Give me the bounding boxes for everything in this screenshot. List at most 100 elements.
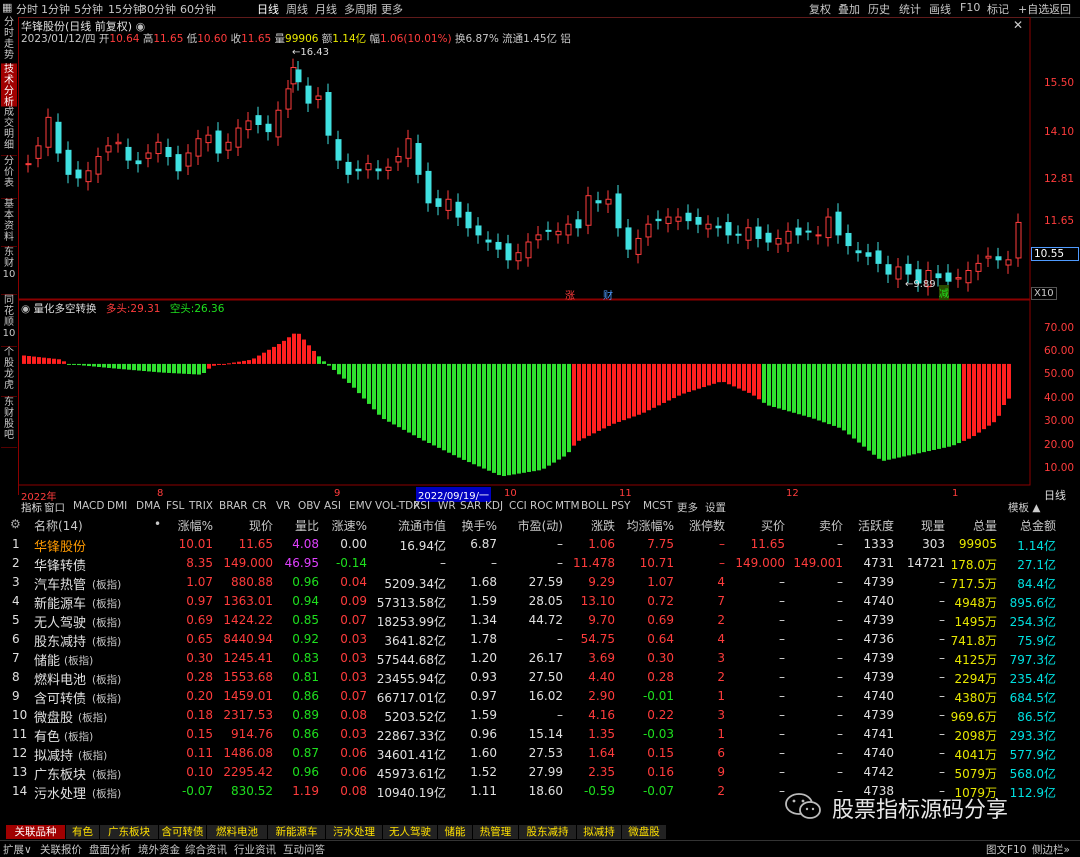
column-header[interactable]: 涨停数 <box>689 517 725 534</box>
row-name[interactable]: 储能 <box>34 650 60 669</box>
chart-canvas[interactable] <box>18 17 1080 500</box>
indicator-tab-23[interactable]: MCST <box>643 500 672 512</box>
period-tab-4[interactable]: 30分钟 <box>140 1 176 17</box>
period-tab-1[interactable]: 1分钟 <box>41 1 70 17</box>
indicator-tab-17[interactable]: KDJ <box>485 500 503 512</box>
toolbar-button-8[interactable]: 返回 <box>1049 1 1071 17</box>
bottom-tab-1[interactable]: 有色 <box>66 825 100 839</box>
column-header[interactable]: 总金额 <box>1020 517 1056 534</box>
bottom-tab-7[interactable]: 无人驾驶 <box>383 825 438 839</box>
toolbar-button-2[interactable]: 历史 <box>868 1 890 17</box>
row-name[interactable]: 拟减持 <box>34 745 73 764</box>
indicator-tab-0[interactable]: 指标 <box>21 500 42 515</box>
indicator-tab-4[interactable]: DMA <box>136 500 160 512</box>
toolbar-button-0[interactable]: 复权 <box>809 1 831 17</box>
bottom-tab-12[interactable]: 微盘股 <box>622 825 667 839</box>
column-header[interactable]: 涨速% <box>332 517 367 534</box>
vtab-4[interactable]: 基本资料 <box>1 199 17 247</box>
row-name[interactable]: 含可转债 <box>34 688 86 707</box>
indicator-tab-8[interactable]: CR <box>252 500 267 512</box>
vtab-1[interactable]: 技术分析 <box>1 64 17 108</box>
indicator-tab-1[interactable]: 窗口 <box>44 500 65 515</box>
table-row[interactable]: 7 储能 (板指) 0.30 1245.41 0.83 0.03 57544.68亿 1.20 2… <box>0 649 1080 669</box>
toolbar-button-1[interactable]: 叠加 <box>838 1 860 17</box>
event-marker-reduce[interactable]: 减 <box>939 285 949 300</box>
indicator-tab-7[interactable]: BRAR <box>219 500 248 512</box>
indicator-tab-21[interactable]: BOLL <box>581 500 608 512</box>
table-row[interactable]: 9 含可转债 (板指) 0.20 1459.01 0.86 0.07 66717.01亿 0.9… <box>0 687 1080 707</box>
zoom-label[interactable]: X10 <box>1031 287 1057 300</box>
template-button[interactable]: 模板 ▲ <box>1008 500 1040 515</box>
toolbar-button-6[interactable]: 标记 <box>987 1 1009 17</box>
column-header[interactable]: 换手% <box>462 517 497 534</box>
indicator-tab-6[interactable]: TRIX <box>189 500 213 512</box>
row-name[interactable]: 汽车热管 <box>34 574 86 593</box>
column-header[interactable]: 量比 <box>295 517 319 534</box>
period-tab-2[interactable]: 5分钟 <box>74 1 103 17</box>
event-marker-rise[interactable]: 涨 <box>565 287 575 302</box>
bottom-tab-5[interactable]: 新能源车 <box>268 825 326 839</box>
indicator-tab-11[interactable]: ASI <box>324 500 341 512</box>
period-tab-3[interactable]: 15分钟 <box>108 1 144 17</box>
table-row[interactable]: 10 微盘股 (板指) 0.18 2317.53 0.89 0.08 5203.52亿 1.59… <box>0 706 1080 726</box>
row-name[interactable]: 燃料电池 <box>34 669 86 688</box>
row-name[interactable]: 股东减持 <box>34 631 86 650</box>
indicator-tab-5[interactable]: FSL <box>166 500 184 512</box>
column-header[interactable]: 涨幅% <box>178 517 213 534</box>
indicator-tab-3[interactable]: DMI <box>107 500 127 512</box>
bottom-tab-11[interactable]: 拟减持 <box>577 825 622 839</box>
row-name[interactable]: 广东板块 <box>34 764 86 783</box>
table-row[interactable]: 1 华锋股份 10.01 11.65 4.08 0.00 16.94亿 6.87 – 1.06 7.… <box>0 535 1080 555</box>
indicator-tab-16[interactable]: SAR <box>460 500 481 512</box>
column-header[interactable]: 流通市值 <box>398 517 446 534</box>
bottom-tab-3[interactable]: 含可转债 <box>159 825 207 839</box>
column-header[interactable]: 卖价 <box>819 517 843 534</box>
column-header[interactable]: 现价 <box>249 517 273 534</box>
indicator-tab-22[interactable]: PSY <box>611 500 630 512</box>
toolbar-button-4[interactable]: 画线 <box>929 1 951 17</box>
column-header[interactable]: 活跃度 <box>858 517 894 534</box>
toolbar-button-3[interactable]: 统计 <box>899 1 921 17</box>
indicator-tab-2[interactable]: MACD <box>73 500 104 512</box>
indicator-tab-25[interactable]: 设置 <box>705 500 726 515</box>
row-name[interactable]: 污水处理 <box>34 783 86 802</box>
period-tab-5[interactable]: 60分钟 <box>180 1 216 17</box>
bottom-tab-0[interactable]: 关联品种 <box>6 825 66 839</box>
indicator-settings-icon[interactable]: ◉ <box>21 303 30 315</box>
event-marker-finance[interactable]: 财 <box>603 287 613 302</box>
indicator-tab-20[interactable]: MTM <box>555 500 580 512</box>
period-tab-7[interactable]: 周线 <box>286 1 308 17</box>
row-name[interactable]: 华锋股份 <box>34 536 86 555</box>
indicator-tab-24[interactable]: 更多 <box>677 500 698 515</box>
period-tab-9[interactable]: 多周期 <box>344 1 377 17</box>
bottom-tab-6[interactable]: 污水处理 <box>326 825 383 839</box>
indicator-tab-9[interactable]: VR <box>276 500 290 512</box>
vtab-0[interactable]: 分时走势 <box>1 17 17 64</box>
vtab-6[interactable]: 同花顺10 <box>1 295 17 347</box>
chart-close-icon[interactable]: ✕ <box>1013 18 1023 32</box>
indicator-tab-18[interactable]: CCI <box>509 500 527 512</box>
period-tab-6[interactable]: 日线 <box>257 1 279 17</box>
table-row[interactable]: 6 股东减持 (板指) 0.65 8440.94 0.92 0.03 3641.82亿 1.78… <box>0 630 1080 650</box>
period-tab-0[interactable]: 分时 <box>16 1 38 17</box>
column-header[interactable]: 名称(14) <box>34 517 83 534</box>
vtab-5[interactable]: 东财10 <box>1 247 17 295</box>
table-row[interactable]: 13 广东板块 (板指) 0.10 2295.42 0.96 0.06 45973.61亿 1.… <box>0 763 1080 783</box>
column-header[interactable]: 涨跌 <box>591 517 615 534</box>
grid-icon[interactable]: ▦ <box>2 1 12 14</box>
indicator-tab-15[interactable]: WR <box>438 500 456 512</box>
toolbar-button-5[interactable]: F10 <box>960 1 980 14</box>
row-name[interactable]: 无人驾驶 <box>34 612 86 631</box>
bottom-tab-2[interactable]: 广东板块 <box>100 825 159 839</box>
table-row[interactable]: 8 燃料电池 (板指) 0.28 1553.68 0.81 0.03 23455.94亿 0.9… <box>0 668 1080 688</box>
bottom-tab-10[interactable]: 股东减持 <box>519 825 577 839</box>
vtab-3[interactable]: 分价表 <box>1 156 17 199</box>
bottom-tab-8[interactable]: 储能 <box>438 825 473 839</box>
column-header[interactable]: 总量 <box>973 517 997 534</box>
period-tab-8[interactable]: 月线 <box>315 1 337 17</box>
row-name[interactable]: 微盘股 <box>34 707 73 726</box>
table-row[interactable]: 2 华锋转债 8.35 149.000 46.95 -0.14– – –11.478 10.71… <box>0 554 1080 574</box>
column-header[interactable]: 市盈(动) <box>518 517 563 534</box>
column-header[interactable]: • <box>154 517 161 531</box>
indicator-tab-14[interactable]: RSI <box>413 500 430 512</box>
